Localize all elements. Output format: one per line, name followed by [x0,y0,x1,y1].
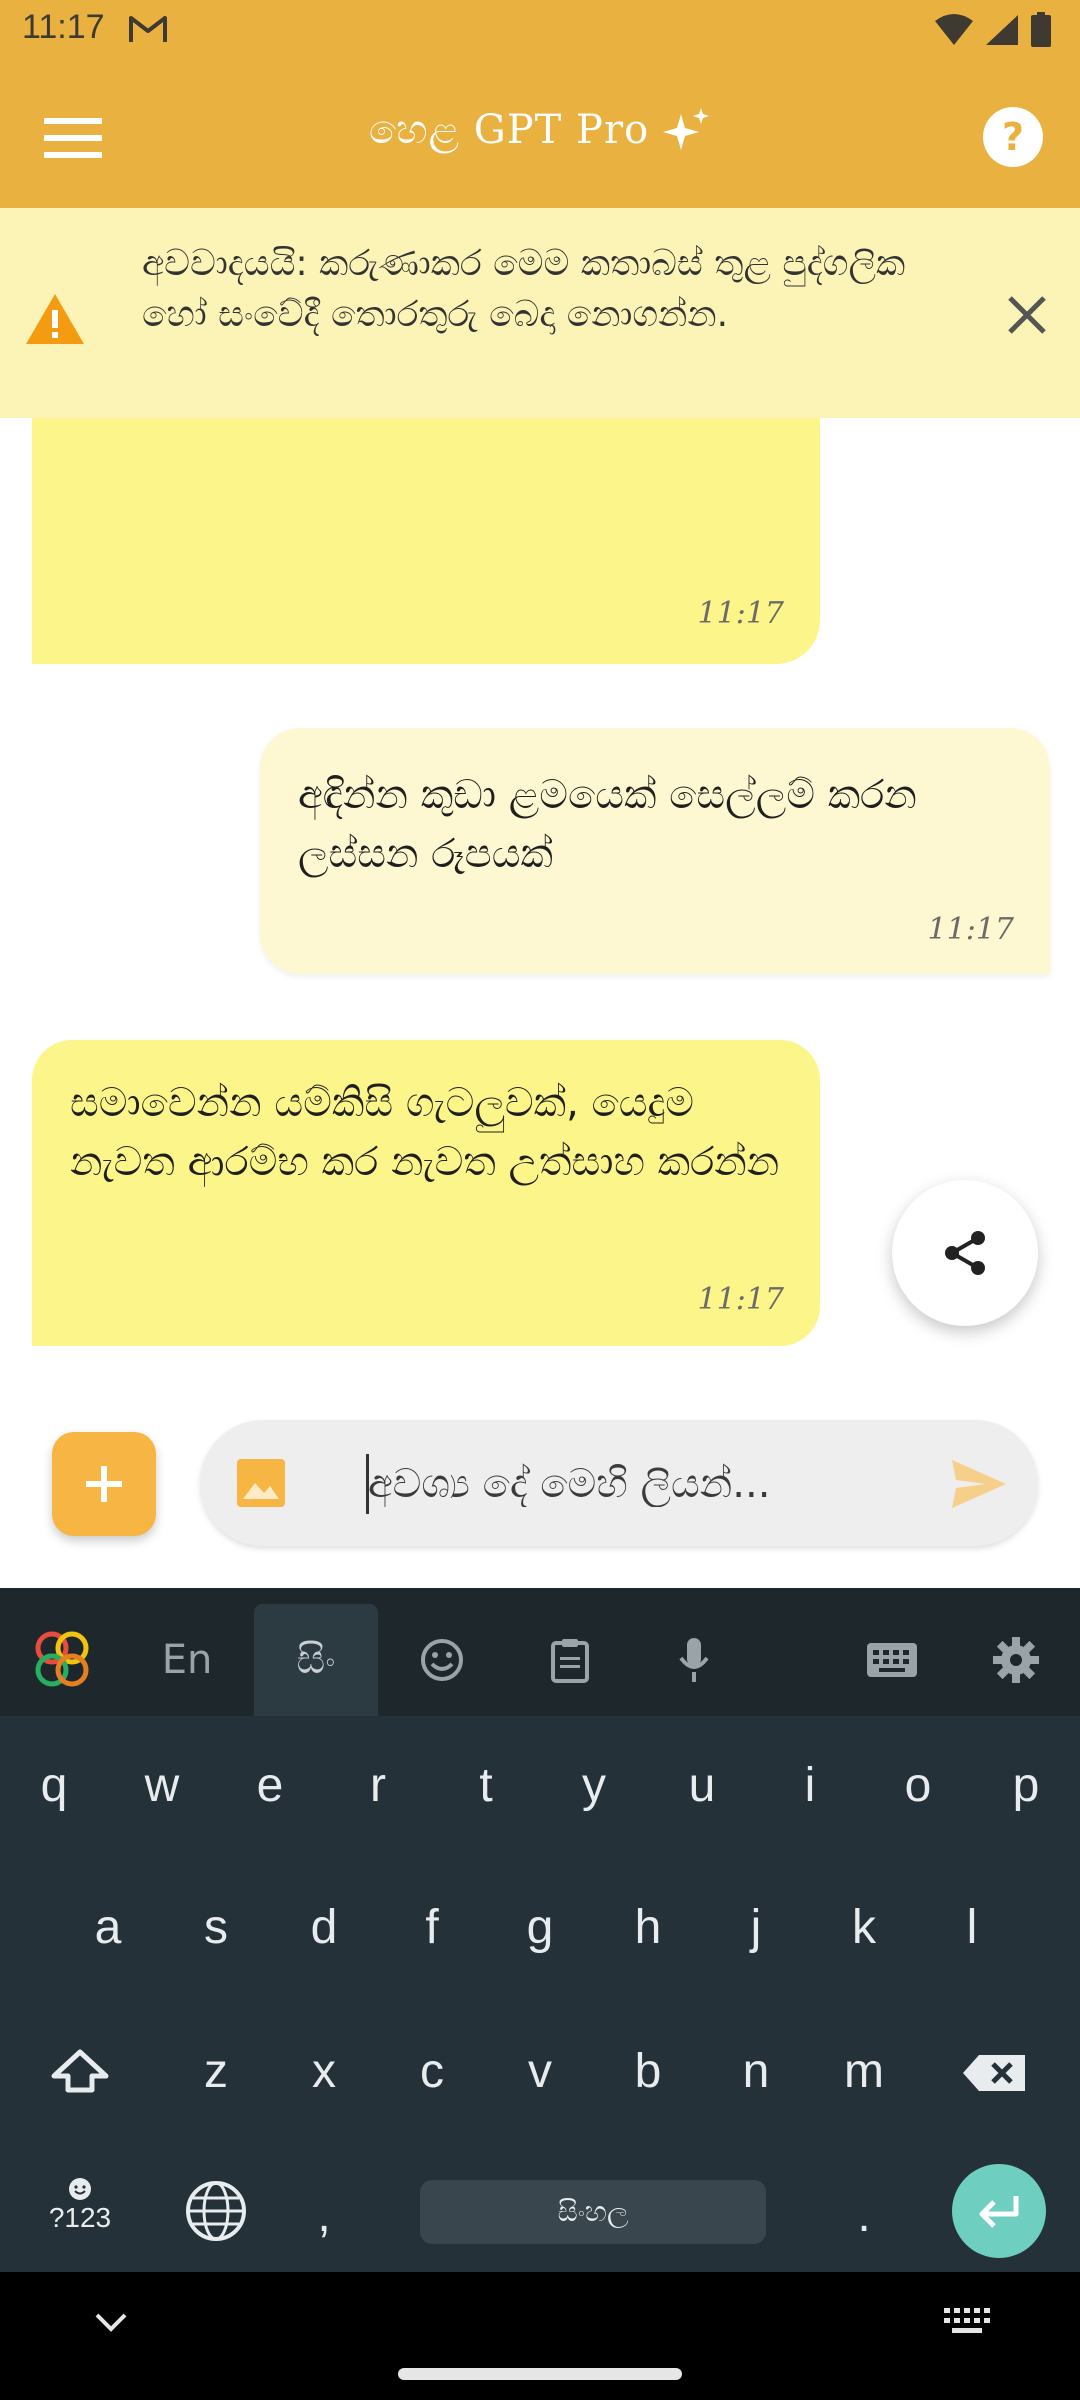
key-n[interactable]: n [716,2044,796,2099]
comma-key[interactable]: , [284,2188,364,2243]
key-a[interactable]: a [68,1900,148,1955]
key-s[interactable]: s [176,1900,256,1955]
key-h[interactable]: h [608,1900,688,1955]
key-p[interactable]: p [986,1758,1066,1813]
gmail-icon [129,16,167,42]
language-switch-key[interactable] [176,2180,256,2254]
svg-text:?: ? [1002,115,1024,159]
key-g[interactable]: g [500,1900,580,1955]
key-c[interactable]: c [392,2044,472,2099]
app-title: හෙළ GPT Pro [368,107,650,153]
message-composer [200,1420,1038,1546]
key-j[interactable]: j [716,1900,796,1955]
enter-key[interactable] [952,2164,1046,2258]
wifi-icon [935,14,973,45]
emoji-icon[interactable] [400,1604,484,1716]
message-time: 11:17 [697,596,784,631]
backspace-icon [963,2055,1025,2091]
symbols-key[interactable]: ?123 [40,2176,120,2234]
key-f[interactable]: f [392,1900,472,1955]
language-si-tab[interactable]: සිං [254,1604,378,1716]
help-icon[interactable]: ? [982,106,1044,168]
key-d[interactable]: d [284,1900,364,1955]
key-m[interactable]: m [824,2044,904,2099]
battery-icon [1031,12,1051,47]
nav-keyboard-icon[interactable] [944,2308,990,2336]
warning-banner: අවවාදයයි: කරුණාකර මෙම කතාබස් තුළ පුද්ගලි… [0,208,1080,418]
keyboard: En සිං q w e r t y u i o p a s d f g h j… [0,1588,1080,2272]
plus-icon [86,1466,122,1502]
key-x[interactable]: x [284,2044,364,2099]
message-time: 11:17 [697,1282,784,1317]
share-icon [945,1231,985,1275]
clipboard-icon[interactable] [528,1604,612,1716]
share-button[interactable] [892,1180,1038,1326]
system-nav-bar [0,2272,1080,2400]
shift-arrow-icon [51,2049,109,2093]
key-z[interactable]: z [176,2044,256,2099]
settings-gear-icon[interactable] [974,1604,1058,1716]
language-en-tab[interactable]: En [130,1604,244,1716]
key-l[interactable]: l [932,1900,1012,1955]
microphone-icon[interactable] [652,1604,736,1716]
key-k[interactable]: k [824,1900,904,1955]
keyboard-icon[interactable] [850,1604,934,1716]
home-pill[interactable] [398,2368,682,2380]
period-key[interactable]: . [824,2188,904,2243]
app-bar: 11:17 හෙළ GPT Pro ? [0,0,1080,208]
message-text: සමාවෙන්න යම්කිසි ගැටලුවක්, යෙදුම නැවත ආර… [70,1080,780,1185]
nav-back-chevron-icon[interactable] [94,2312,128,2334]
key-o[interactable]: o [878,1758,958,1813]
message-time: 11:17 [927,912,1014,947]
key-b[interactable]: b [608,2044,688,2099]
globe-icon [186,2181,246,2241]
sparkle-icon [663,108,710,150]
warning-icon [26,294,84,344]
bot-message: සමාවෙන්න යම්කිසි ගැටලුවක්, යෙදුම නැවත ආර… [32,1040,820,1346]
backspace-key[interactable] [954,2050,1034,2105]
message-input[interactable] [366,1438,910,1530]
key-t[interactable]: t [446,1758,526,1813]
app-title-group: හෙළ GPT Pro [0,106,1080,154]
shift-key[interactable] [40,2048,120,2106]
status-icons [934,12,1052,48]
key-q[interactable]: q [14,1758,94,1813]
status-time: 11:17 [22,8,105,46]
close-icon[interactable] [1002,290,1052,340]
signal-icon [986,15,1018,45]
symbols-key-label: ?123 [48,2202,112,2233]
keyboard-toolbar: En සිං [0,1588,1080,1716]
key-v[interactable]: v [500,2044,580,2099]
key-y[interactable]: y [554,1758,634,1813]
user-message: අඳින්න කුඩා ළමයෙක් සෙල්ලම් කරන ලස්සන රූප… [260,728,1050,974]
key-u[interactable]: u [662,1758,742,1813]
image-attach-icon[interactable] [236,1458,286,1508]
send-icon[interactable] [950,1458,1008,1510]
key-e[interactable]: e [230,1758,310,1813]
message-text: අඳින්න කුඩා ළමයෙක් සෙල්ලම් කරන ලස්සන රූප… [298,772,917,877]
enter-arrow-icon [979,2196,1019,2228]
warning-text: අවවාදයයි: කරුණාකර මෙම කතාබස් තුළ පුද්ගලි… [142,243,906,335]
space-key[interactable]: සිංහල [420,2180,766,2244]
key-i[interactable]: i [770,1758,850,1813]
keyboard-logo-icon[interactable] [20,1604,104,1716]
key-r[interactable]: r [338,1758,418,1813]
key-w[interactable]: w [122,1758,202,1813]
add-button[interactable] [52,1432,156,1536]
emoji-small-icon [69,2178,91,2200]
